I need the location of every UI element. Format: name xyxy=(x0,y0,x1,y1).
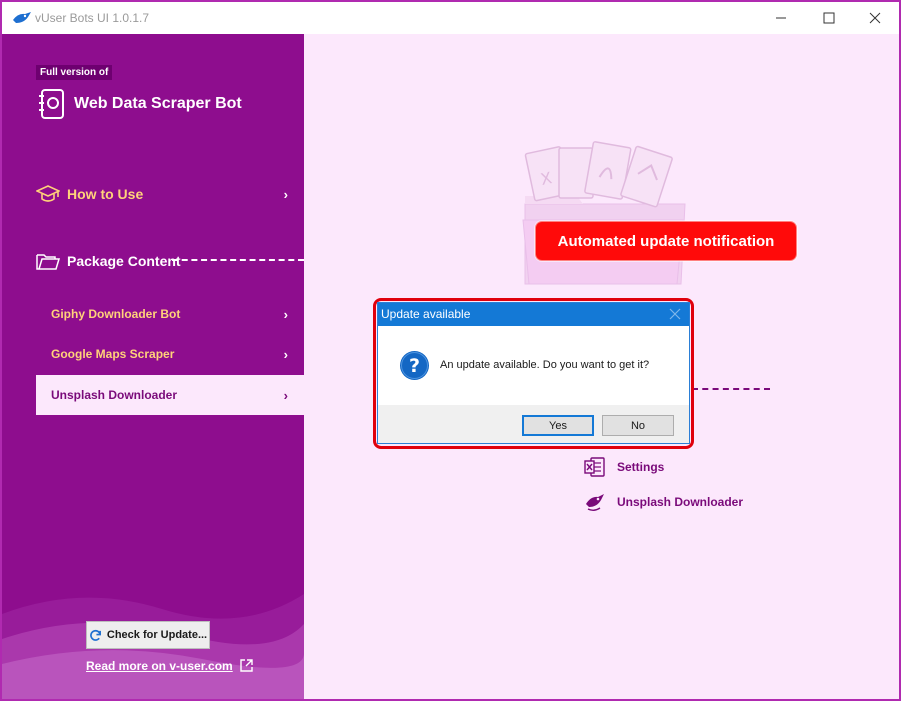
minimize-icon xyxy=(776,17,786,19)
package-content-label: Package Content xyxy=(67,253,181,269)
dialog-footer: Yes No xyxy=(378,405,689,443)
package-content-header: Package Content xyxy=(36,249,304,273)
package-connector-line xyxy=(692,388,770,390)
title-bar[interactable]: vUser Bots UI 1.0.1.7 xyxy=(2,2,899,34)
notebook-icon xyxy=(39,89,64,119)
excel-icon xyxy=(584,457,605,477)
sidebar-item-label: Google Maps Scraper xyxy=(51,347,175,361)
chevron-right-icon: › xyxy=(283,387,288,403)
update-dialog: Update available ? An update available. … xyxy=(377,302,690,444)
read-more-link[interactable]: Read more on v-user.com xyxy=(86,658,254,673)
refresh-icon xyxy=(89,629,101,641)
how-to-use-label: How to Use xyxy=(67,186,144,202)
close-icon xyxy=(869,12,881,24)
app-window: vUser Bots UI 1.0.1.7 Full version of We… xyxy=(0,0,901,701)
sidebar-item-giphy-downloader[interactable]: Giphy Downloader Bot › xyxy=(36,294,304,334)
sidebar-item-google-maps-scraper[interactable]: Google Maps Scraper › xyxy=(36,334,304,374)
dialog-title: Update available xyxy=(381,307,471,321)
minimize-button[interactable] xyxy=(758,2,804,34)
sidebar-item-unsplash-downloader[interactable]: Unsplash Downloader › xyxy=(36,375,304,415)
how-to-use-link[interactable]: How to Use › xyxy=(36,182,304,206)
maximize-icon xyxy=(823,12,835,24)
question-icon: ? xyxy=(400,351,429,380)
sidebar: Full version of Web Data Scraper Bot How… xyxy=(2,34,304,699)
maximize-button[interactable] xyxy=(806,2,852,34)
package-entry-label: Settings xyxy=(617,460,665,474)
dialog-title-bar[interactable]: Update available xyxy=(378,303,689,326)
sidebar-item-label: Unsplash Downloader xyxy=(51,388,178,402)
svg-text:?: ? xyxy=(409,355,420,377)
dialog-message: An update available. Do you want to get … xyxy=(440,359,650,371)
window-title: vUser Bots UI 1.0.1.7 xyxy=(35,11,150,25)
package-connector-line xyxy=(172,259,304,261)
read-more-label: Read more on v-user.com xyxy=(86,658,233,673)
close-button[interactable] xyxy=(852,2,898,34)
chevron-right-icon: › xyxy=(283,346,288,362)
package-entry-settings[interactable]: Settings xyxy=(584,456,664,478)
bot-icon xyxy=(586,494,604,511)
chevron-right-icon: › xyxy=(283,306,288,322)
external-link-icon xyxy=(240,659,253,672)
full-version-badge: Full version of xyxy=(36,65,113,80)
sidebar-item-label: Giphy Downloader Bot xyxy=(51,307,181,321)
app-logo-icon xyxy=(13,12,31,23)
bot-title: Web Data Scraper Bot xyxy=(74,95,242,112)
package-entry-unsplash-downloader[interactable]: Unsplash Downloader xyxy=(584,491,743,513)
close-icon[interactable] xyxy=(669,308,681,320)
notification-badge: Automated update notification xyxy=(535,221,797,261)
check-for-update-label: Check for Update... xyxy=(106,629,208,641)
no-button[interactable]: No xyxy=(602,415,674,436)
chevron-right-icon: › xyxy=(283,186,288,202)
graduation-cap-icon xyxy=(36,185,60,202)
yes-button[interactable]: Yes xyxy=(522,415,594,436)
package-folder-illustration: X xyxy=(522,141,686,285)
check-for-update-button[interactable]: Check for Update... xyxy=(86,621,210,649)
package-entry-label: Unsplash Downloader xyxy=(617,495,744,509)
folder-icon xyxy=(36,254,60,270)
